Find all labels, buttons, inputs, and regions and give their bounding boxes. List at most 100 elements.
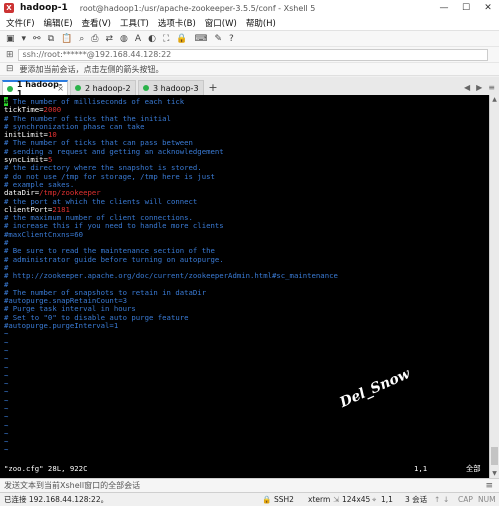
window-title: root@hadoop1:/usr/apache-zookeeper-3.5.5… bbox=[79, 3, 316, 13]
window-session-name: hadoop-1 bbox=[20, 3, 68, 13]
notice-text: 要添加当前会话，点击左侧的箭头按钮。 bbox=[19, 64, 164, 74]
menu-tabs[interactable]: 选项卡(B) bbox=[158, 17, 196, 29]
scroll-thumb[interactable] bbox=[491, 447, 498, 465]
terminal-line: ~ bbox=[4, 371, 489, 380]
open-icon[interactable]: ▾ bbox=[22, 33, 27, 45]
cursor-position: 1,1 bbox=[381, 495, 393, 504]
transfer-icon[interactable]: ⇄ bbox=[106, 33, 114, 45]
connected-status-icon bbox=[7, 85, 13, 92]
xshell-app-icon: X bbox=[4, 3, 14, 13]
connected-status-icon bbox=[143, 85, 149, 91]
session-tabs: 1 hadoop-1 × 2 hadoop-2 3 hadoop-3 + ◀ ▶… bbox=[0, 77, 499, 98]
maximize-button[interactable]: ☐ bbox=[455, 0, 477, 16]
terminal-size: 124x45 bbox=[342, 495, 371, 504]
terminal-line: ~ bbox=[4, 330, 489, 338]
menu-file[interactable]: 文件(F) bbox=[6, 17, 35, 29]
address-input[interactable]: ssh://root:******@192.168.44.128:22 bbox=[17, 48, 488, 61]
terminal-line: ~ bbox=[4, 421, 489, 430]
cursor-icon: ⌖ bbox=[372, 494, 377, 504]
compose-bar-text: 发送文本到当前Xshell窗口的全部会话 bbox=[4, 481, 141, 490]
add-tab-button[interactable]: + bbox=[206, 80, 220, 95]
vim-scroll-indicator: 全部 bbox=[466, 464, 481, 473]
terminal-type: xterm bbox=[308, 495, 331, 504]
up-arrow-icon[interactable]: ↑ bbox=[434, 495, 440, 504]
down-arrow-icon[interactable]: ↓ bbox=[443, 495, 449, 504]
terminal-text: # http://zookeeper.apache.org/doc/curren… bbox=[4, 271, 338, 281]
menu-edit[interactable]: 编辑(E) bbox=[44, 17, 73, 29]
terminal-line: ~ bbox=[4, 338, 489, 347]
scroll-down-icon[interactable]: ▼ bbox=[490, 469, 499, 478]
session-notice-bar: ⊟ 要添加当前会话，点击左侧的箭头按钮。 bbox=[0, 62, 499, 76]
paste-icon[interactable]: 📋 bbox=[61, 33, 72, 45]
menu-bar: 文件(F) 编辑(E) 查看(V) 工具(T) 选项卡(B) 窗口(W) 帮助(… bbox=[0, 16, 499, 30]
font-icon[interactable]: A bbox=[135, 33, 141, 45]
num-indicator: NUM bbox=[478, 495, 496, 504]
find-icon[interactable]: ⌕ bbox=[79, 33, 84, 45]
terminal-scrollbar[interactable]: ▲ ▼ bbox=[489, 95, 499, 478]
session-count: 3 会话 bbox=[405, 495, 428, 504]
compose-icon[interactable]: ✎ bbox=[214, 33, 222, 45]
color-icon[interactable]: ◐ bbox=[148, 33, 156, 45]
terminal-line: # sending a request and getting an ackno… bbox=[4, 147, 489, 156]
terminal-line: ~ bbox=[4, 429, 489, 438]
help-icon[interactable]: ? bbox=[229, 33, 234, 45]
protocol-label: SSH2 bbox=[274, 495, 294, 504]
menu-tools[interactable]: 工具(T) bbox=[120, 17, 149, 29]
tab-hadoop-2[interactable]: 2 hadoop-2 bbox=[70, 80, 136, 95]
terminal-text: ~ bbox=[4, 445, 9, 455]
terminal-line: # The number of milliseconds of each tic… bbox=[4, 97, 489, 106]
minimize-button[interactable]: — bbox=[433, 0, 455, 16]
tab-hadoop-3[interactable]: 3 hadoop-3 bbox=[138, 80, 204, 95]
vim-status-line: "zoo.cfg" 28L, 922C 1,1 全部 bbox=[4, 464, 488, 473]
terminal-line: # do not use /tmp for storage, /tmp here… bbox=[4, 172, 489, 181]
new-session-icon[interactable]: ▣ bbox=[6, 33, 15, 45]
fullscreen-icon[interactable]: ⛶ bbox=[163, 33, 169, 45]
tab-next-icon[interactable]: ▶ bbox=[476, 83, 482, 92]
copy-icon[interactable]: ⧉ bbox=[48, 33, 54, 45]
tab-close-icon[interactable]: × bbox=[57, 84, 64, 93]
terminal-line: # administrator guide before turning on … bbox=[4, 254, 489, 264]
address-icon: ⊞ bbox=[6, 49, 14, 60]
terminal-text: # administrator guide before turning on … bbox=[4, 254, 224, 264]
window-controls: — ☐ ✕ bbox=[433, 0, 499, 16]
terminal-line: ~ bbox=[4, 388, 489, 396]
notice-icon[interactable]: ⊟ bbox=[6, 64, 14, 74]
terminal-line: ~ bbox=[4, 446, 489, 454]
compose-bar[interactable]: 发送文本到当前Xshell窗口的全部会话 ≡ bbox=[0, 478, 499, 492]
close-button[interactable]: ✕ bbox=[477, 0, 499, 16]
terminal-text: #maxClientCnxns=60 bbox=[4, 229, 84, 239]
connected-status-icon bbox=[75, 85, 81, 91]
status-bar: 已连接 192.168.44.128:22。 🔒 SSH2 xterm ⇲ 12… bbox=[0, 492, 499, 506]
terminal-line: #maxClientCnxns=60 bbox=[4, 229, 489, 239]
terminal-line: ~ bbox=[4, 346, 489, 355]
scroll-up-icon[interactable]: ▲ bbox=[490, 95, 499, 104]
tab-label: 2 hadoop-2 bbox=[85, 83, 131, 93]
menu-window[interactable]: 窗口(W) bbox=[205, 17, 237, 29]
menu-view[interactable]: 查看(V) bbox=[82, 17, 111, 29]
tab-hadoop-1[interactable]: 1 hadoop-1 × bbox=[2, 80, 68, 98]
tab-label: 3 hadoop-3 bbox=[153, 83, 199, 93]
menu-icon[interactable]: ≡ bbox=[485, 481, 493, 491]
terminal-line: ~ bbox=[4, 355, 489, 363]
terminal-line: # synchronization phase can take bbox=[4, 122, 489, 131]
title-bar: X hadoop-1 root@hadoop1:/usr/apache-zook… bbox=[0, 0, 499, 16]
terminal-line: ~ bbox=[4, 413, 489, 421]
tab-prev-icon[interactable]: ◀ bbox=[464, 83, 470, 92]
size-icon: ⇲ bbox=[333, 495, 340, 504]
globe-icon[interactable]: ◍ bbox=[120, 33, 128, 45]
terminal-screen[interactable]: # The number of milliseconds of each tic… bbox=[0, 95, 489, 478]
lock-status-icon: 🔒 bbox=[262, 495, 272, 504]
terminal-line: ~ bbox=[4, 438, 489, 446]
link-icon[interactable]: ⚯ bbox=[33, 33, 41, 45]
lock-icon[interactable]: 🔒 bbox=[176, 33, 187, 45]
terminal-line: ~ bbox=[4, 396, 489, 405]
menu-help[interactable]: 帮助(H) bbox=[246, 17, 276, 29]
terminal-line: ~ bbox=[4, 363, 489, 372]
tab-navigation: ◀ ▶ ≡ bbox=[464, 83, 495, 92]
terminal-line: #autopurge.purgeInterval=1 bbox=[4, 321, 489, 331]
tab-list-icon[interactable]: ≡ bbox=[488, 83, 495, 92]
terminal-line: # http://zookeeper.apache.org/doc/curren… bbox=[4, 272, 489, 280]
terminal-text: #autopurge.purgeInterval=1 bbox=[4, 321, 119, 331]
keyboard-icon[interactable]: ⌨ bbox=[194, 33, 207, 45]
print-icon[interactable]: ⎙ bbox=[91, 33, 98, 45]
